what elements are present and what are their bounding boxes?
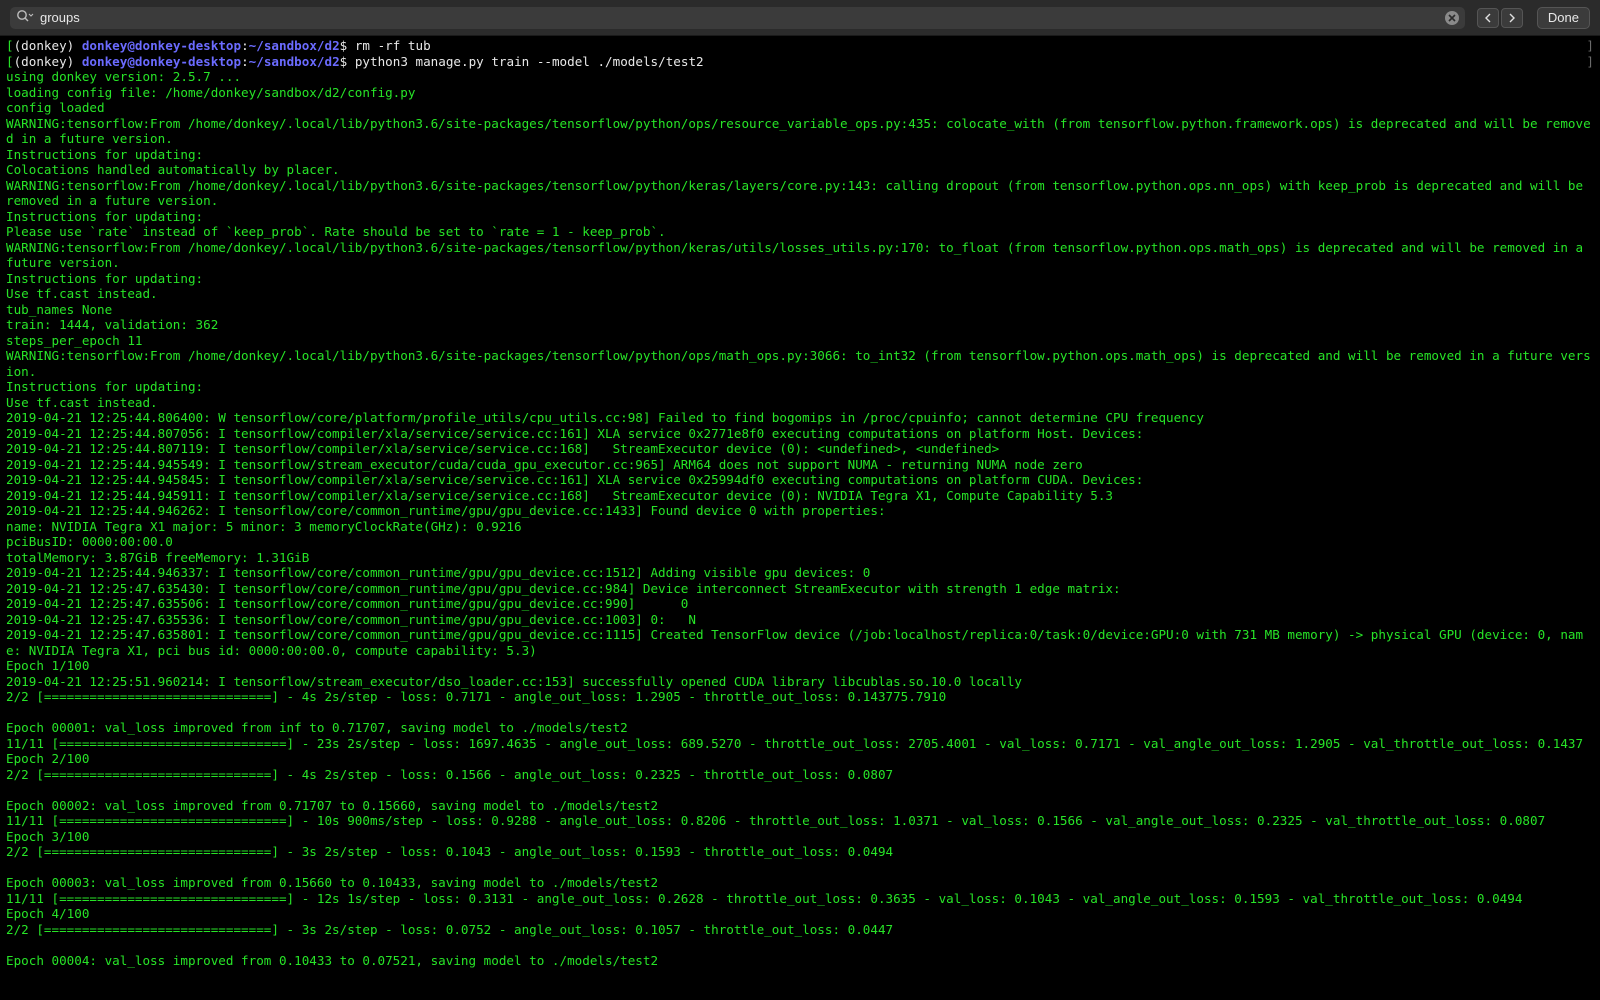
output-line: 2019-04-21 12:25:44.946262: I tensorflow… <box>6 503 886 518</box>
output-line: 2/2 [==============================] - 4… <box>6 766 894 782</box>
prompt-path: ~/sandbox/d2 <box>248 38 340 53</box>
prompt-env: (donkey) <box>13 53 82 69</box>
output-line: Please use `rate` instead of `keep_prob`… <box>6 224 666 239</box>
terminal-output[interactable]: [(donkey) donkey@donkey-desktop:~/sandbo… <box>0 36 1600 1000</box>
output-line: Epoch 2/100 <box>6 751 90 766</box>
output-line: Colocations handled automatically by pla… <box>6 162 340 177</box>
output-lines: using donkey version: 2.5.7 ... loading c… <box>6 69 1594 968</box>
output-line: Use tf.cast instead. <box>6 394 158 410</box>
output-line: totalMemory: 3.87GiB freeMemory: 1.31GiB <box>6 549 310 565</box>
output-line: WARNING:tensorflow:From /home/donkey/.lo… <box>6 115 1591 147</box>
clear-search-button[interactable] <box>1444 10 1459 25</box>
output-line: Instructions for updating: <box>6 208 204 224</box>
output-line: loading config file: /home/donkey/sandbo… <box>6 84 416 100</box>
output-line: 2019-04-21 12:25:47.635430: I tensorflow… <box>6 580 1121 596</box>
search-input[interactable] <box>34 10 1445 25</box>
find-bar: Done <box>0 0 1600 36</box>
output-line: 2019-04-21 12:25:44.945549: I tensorflow… <box>6 456 1083 472</box>
output-line: Epoch 00003: val_loss improved from 0.15… <box>6 875 659 890</box>
prompt-user: donkey@donkey-desktop <box>81 53 242 69</box>
prompt-line: [(donkey) donkey@donkey-desktop:~/sandbo… <box>6 38 1594 54</box>
output-line: WARNING:tensorflow:From /home/donkey/.lo… <box>6 177 1591 209</box>
close-icon <box>1448 13 1456 22</box>
output-line: tub_names None <box>6 301 113 317</box>
prompt-line: [(donkey) donkey@donkey-desktop:~/sandbo… <box>6 54 1594 70</box>
output-line: 2019-04-21 12:25:44.946337: I tensorflow… <box>6 565 871 580</box>
previous-match-button[interactable] <box>1476 7 1499 28</box>
output-line: 2019-04-21 12:25:44.806400: W tensorflow… <box>6 410 1204 425</box>
prompt-command: rm -rf tub <box>354 38 431 53</box>
search-icon <box>16 8 34 27</box>
output-line: train: 1444, validation: 362 <box>6 317 219 332</box>
prompt-separator: : <box>241 38 249 53</box>
output-line: Epoch 1/100 <box>6 658 90 673</box>
output-line: 2/2 [==============================] - 3… <box>6 921 894 937</box>
output-line: using donkey version: 2.5.7 ... <box>6 69 242 84</box>
output-line: Epoch 4/100 <box>6 906 90 921</box>
done-button[interactable]: Done <box>1536 6 1590 29</box>
output-line: 2019-04-21 12:25:44.807119: I tensorflow… <box>6 441 1000 456</box>
bracket-left-icon: [ <box>6 38 14 53</box>
prompt-user: donkey@donkey-desktop <box>81 38 242 53</box>
prompt-symbol: $ <box>339 38 355 53</box>
output-line: Epoch 00004: val_loss improved from 0.10… <box>6 952 659 968</box>
chevron-left-icon <box>1484 13 1491 22</box>
output-line: 2019-04-21 12:25:44.807056: I tensorflow… <box>6 425 1144 441</box>
output-line: 2019-04-21 12:25:47.635506: I tensorflow… <box>6 596 689 611</box>
output-line: 11/11 [==============================] -… <box>6 890 1523 906</box>
output-line: Epoch 00002: val_loss improved from 0.71… <box>6 797 659 813</box>
output-line: Use tf.cast instead. <box>6 286 158 301</box>
output-line: Epoch 3/100 <box>6 828 90 844</box>
prompt-symbol: $ <box>339 53 355 69</box>
output-line: 2019-04-21 12:25:51.960214: I tensorflow… <box>6 673 1022 689</box>
bracket-right-icon: ] <box>1586 53 1594 69</box>
bracket-right-icon: ] <box>1586 38 1594 53</box>
output-line: WARNING:tensorflow:From /home/donkey/.lo… <box>6 348 1591 379</box>
output-line: 11/11 [==============================] -… <box>6 735 1584 751</box>
find-navigation <box>1476 7 1523 28</box>
output-line: Instructions for updating: <box>6 270 204 286</box>
prompt-path: ~/sandbox/d2 <box>248 53 340 69</box>
output-line: WARNING:tensorflow:From /home/donkey/.lo… <box>6 239 1591 271</box>
output-line: Epoch 00001: val_loss improved from inf … <box>6 720 628 735</box>
prompt-env: (donkey) <box>13 38 82 53</box>
output-line: config loaded <box>6 100 105 115</box>
output-line: 2019-04-21 12:25:47.635801: I tensorflow… <box>6 627 1584 658</box>
output-line: steps_per_epoch 11 <box>6 332 143 348</box>
prompt-separator: : <box>241 53 249 69</box>
output-line: 2019-04-21 12:25:47.635536: I tensorflow… <box>6 611 696 627</box>
output-line: 2/2 [==============================] - 3… <box>6 844 894 859</box>
next-match-button[interactable] <box>1500 7 1523 28</box>
prompt-command: python3 manage.py train --model ./models… <box>354 53 704 69</box>
output-line: 2019-04-21 12:25:44.945911: I tensorflow… <box>6 487 1113 503</box>
output-line: 11/11 [==============================] -… <box>6 813 1546 828</box>
output-line: 2019-04-21 12:25:44.945845: I tensorflow… <box>6 472 1144 487</box>
bracket-left-icon: [ <box>6 53 14 69</box>
output-line: pciBusID: 0000:00:00.0 <box>6 534 173 549</box>
output-line: 2/2 [==============================] - 4… <box>6 689 947 704</box>
output-line: Instructions for updating: <box>6 146 204 162</box>
output-line: Instructions for updating: <box>6 379 204 394</box>
search-field[interactable] <box>10 6 1465 29</box>
chevron-right-icon <box>1509 13 1515 22</box>
output-line: name: NVIDIA Tegra X1 major: 5 minor: 3 … <box>6 518 522 534</box>
